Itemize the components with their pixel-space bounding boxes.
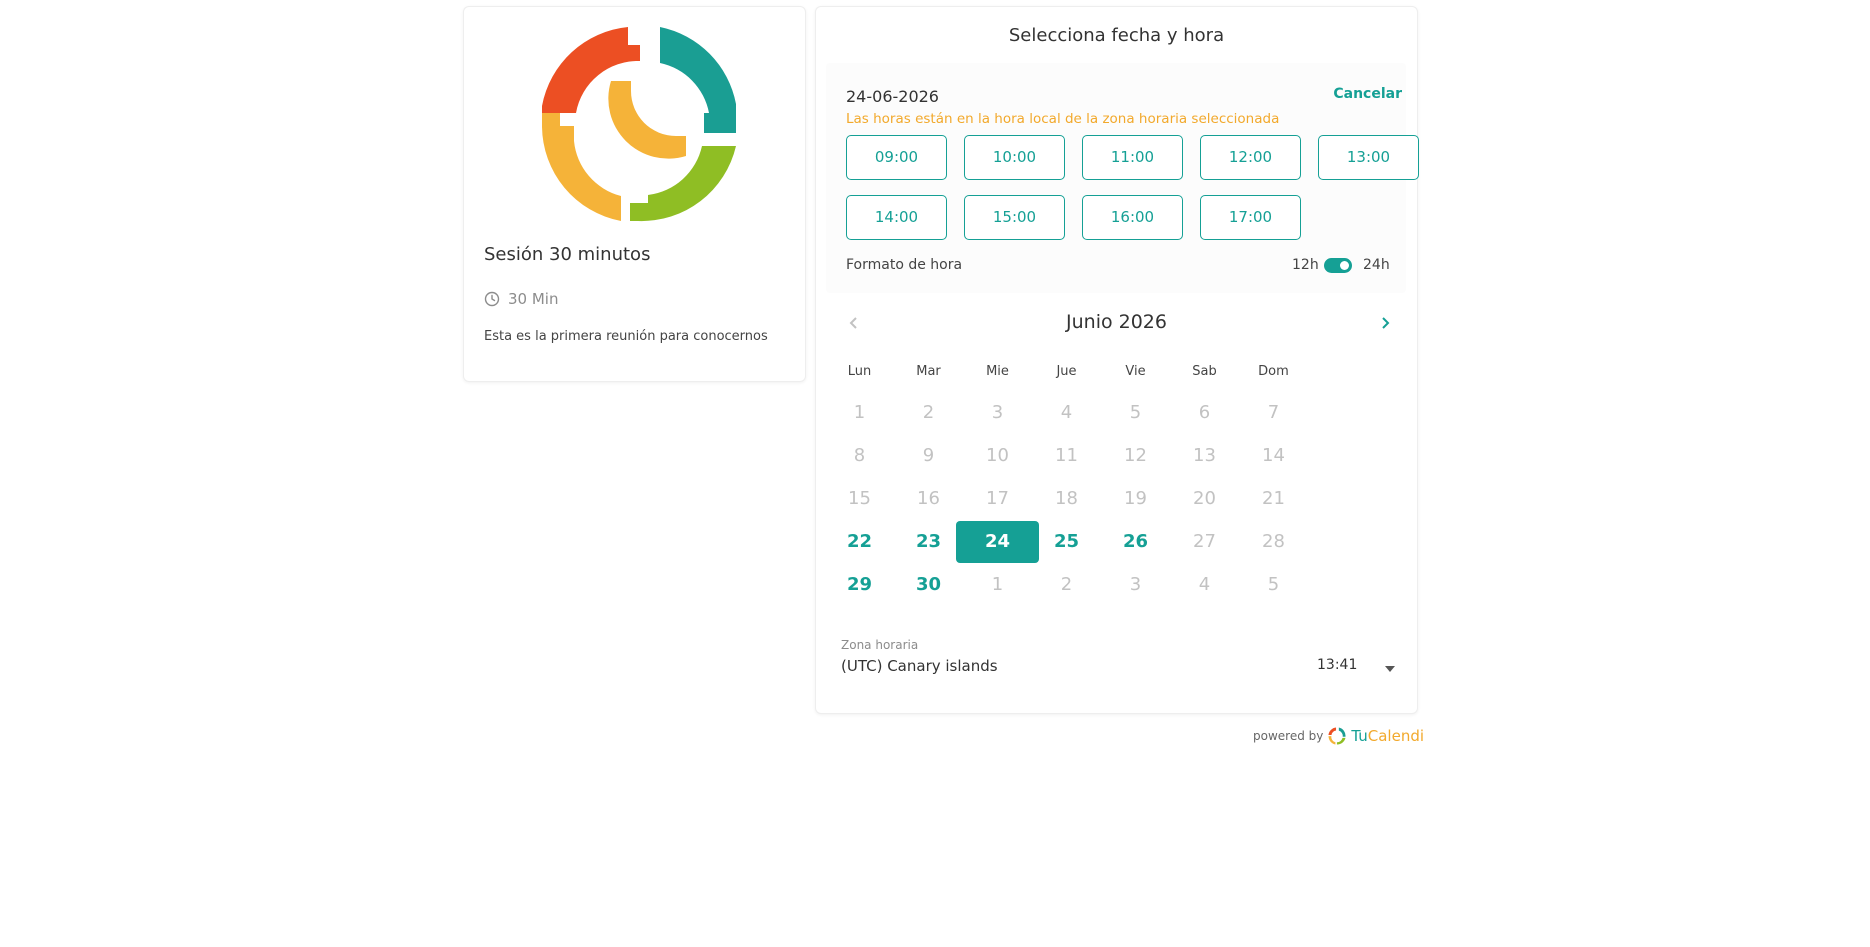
- calendar-month-title: Junio 2026: [1066, 311, 1167, 333]
- calendar-day: 7: [1267, 402, 1280, 423]
- tucalendi-logo-icon: [542, 27, 736, 222]
- calendar-day: 28: [1262, 531, 1285, 552]
- selected-date: 24-06-2026: [846, 87, 939, 106]
- time-format-12h-label: 12h: [1292, 257, 1319, 273]
- time-slot-button[interactable]: 10:00: [964, 135, 1065, 180]
- time-format-24h-label: 24h: [1363, 257, 1390, 273]
- calendar-day: 21: [1262, 488, 1285, 509]
- event-duration: 30 Min: [484, 290, 558, 308]
- next-month-chevron-icon[interactable]: [1375, 313, 1395, 333]
- calendar-day: 5: [1267, 574, 1280, 595]
- powered-by-label: powered by: [1253, 729, 1324, 743]
- powered-by-footer: powered by TuCalendi: [1253, 727, 1424, 745]
- booking-heading: Selecciona fecha y hora: [1008, 25, 1225, 46]
- toggle-knob: [1340, 261, 1349, 270]
- calendar-day: 14: [1262, 445, 1285, 466]
- booking-card: Selecciona fecha y hora 24-06-2026 Cance…: [815, 6, 1419, 714]
- tucalendi-small-logo-icon: [1328, 727, 1346, 745]
- duration-label: 30 Min: [508, 290, 559, 308]
- timezone-current-time: 13:41: [1317, 657, 1358, 673]
- event-info-card: Sesión 30 minutos 30 Min Esta es la prim…: [463, 6, 806, 382]
- weekday-header: Dom: [1258, 364, 1289, 379]
- time-slot-button[interactable]: 12:00: [1200, 135, 1301, 180]
- dropdown-caret-icon[interactable]: [1385, 666, 1395, 672]
- timezone-note: Las horas están en la hora local de la z…: [846, 111, 1280, 127]
- time-format-toggle[interactable]: [1324, 258, 1352, 273]
- clock-icon: [484, 291, 500, 307]
- time-slot-button[interactable]: 17:00: [1200, 195, 1301, 240]
- event-description: Esta es la primera reunión para conocern…: [484, 329, 768, 344]
- time-slot-button[interactable]: 16:00: [1082, 195, 1183, 240]
- cancel-button[interactable]: Cancelar: [1333, 86, 1402, 102]
- event-title: Sesión 30 minutos: [484, 244, 651, 265]
- time-format-label: Formato de hora: [846, 257, 963, 273]
- time-slot-button[interactable]: 09:00: [846, 135, 947, 180]
- time-slot-button[interactable]: 11:00: [1082, 135, 1183, 180]
- timezone-select[interactable]: (UTC) Canary islands: [841, 657, 998, 675]
- brand-name[interactable]: TuCalendi: [1351, 727, 1424, 745]
- brand-name-part1: Tu: [1351, 727, 1368, 745]
- brand-name-part2: Calendi: [1367, 727, 1425, 745]
- time-slot-button[interactable]: 13:00: [1318, 135, 1419, 180]
- timezone-label: Zona horaria: [841, 638, 919, 652]
- time-slot-button[interactable]: 15:00: [964, 195, 1065, 240]
- time-slot-button[interactable]: 14:00: [846, 195, 947, 240]
